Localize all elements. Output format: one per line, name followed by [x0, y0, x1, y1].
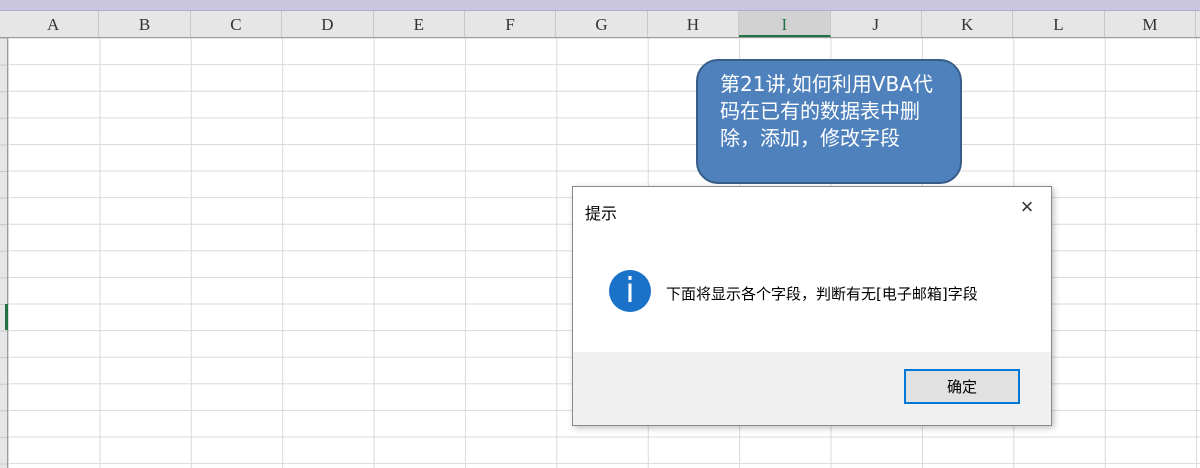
column-header-b[interactable]: B [99, 11, 191, 37]
column-header-c[interactable]: C [191, 11, 283, 37]
column-header-h[interactable]: H [648, 11, 740, 37]
column-header-j[interactable]: J [831, 11, 922, 37]
column-header-a[interactable]: A [8, 11, 100, 37]
window-top-bar [0, 0, 1200, 11]
dialog-message: 下面将显示各个字段，判断有无[电子邮箱]字段 [666, 285, 978, 303]
ok-button[interactable]: 确定 [904, 369, 1020, 404]
dialog-footer: 确定 [573, 352, 1051, 425]
callout-text: 第21讲,如何利用VBA代码在已有的数据表中删除，添加，修改字段 [720, 72, 933, 150]
column-header-m[interactable]: M [1105, 11, 1197, 37]
column-header-e[interactable]: E [374, 11, 465, 37]
row-headers[interactable] [0, 38, 8, 468]
column-header-f[interactable]: F [465, 11, 557, 37]
info-icon: i [609, 270, 651, 312]
column-headers: ABCDEFGHIJKLM [0, 11, 1200, 38]
message-dialog: 提示 × i 下面将显示各个字段，判断有无[电子邮箱]字段 确定 [572, 186, 1052, 426]
column-header-k[interactable]: K [922, 11, 1014, 37]
selected-row-indicator [5, 304, 8, 330]
column-header-g[interactable]: G [556, 11, 648, 37]
close-icon[interactable]: × [1015, 195, 1039, 219]
column-header-l[interactable]: L [1013, 11, 1105, 37]
column-header-d[interactable]: D [282, 11, 374, 37]
dialog-title: 提示 [585, 204, 618, 223]
callout-shape[interactable]: 第21讲,如何利用VBA代码在已有的数据表中删除，添加，修改字段 [696, 59, 962, 184]
column-header-i[interactable]: I [739, 11, 831, 37]
